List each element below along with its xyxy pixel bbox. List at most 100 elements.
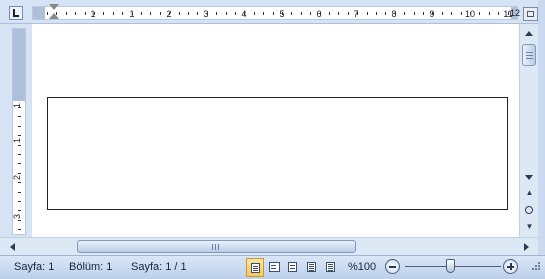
vertical-ruler-minor-tick — [18, 229, 21, 231]
double-chevron-up-icon[interactable]: ▲ — [522, 186, 537, 200]
ruler-minor-tick — [47, 12, 48, 15]
ruler-minor-tick — [300, 12, 302, 15]
ruler-minor-tick — [385, 12, 387, 15]
ruler-minor-tick — [432, 12, 434, 15]
vertical-ruler-number: 2 — [12, 174, 23, 181]
vertical-ruler-minor-tick — [18, 163, 21, 165]
page-number-status[interactable]: Sayfa: 1 — [14, 261, 54, 273]
vertical-ruler-minor-tick — [18, 219, 21, 221]
web-layout-icon[interactable] — [284, 258, 302, 277]
ruler-minor-tick — [65, 12, 67, 15]
vertical-ruler-minor-tick — [18, 107, 21, 108]
ruler-minor-tick — [122, 12, 124, 15]
double-chevron-down-icon[interactable]: ▼ — [522, 220, 537, 234]
vertical-ruler-minor-tick — [18, 201, 21, 202]
zoom-level[interactable]: %100 — [348, 261, 376, 273]
vertical-scroll-thumb[interactable] — [522, 44, 536, 66]
ruler-minor-tick — [310, 12, 312, 15]
vertical-ruler-minor-tick — [18, 191, 21, 193]
ruler-minor-tick — [460, 12, 462, 15]
ruler-minor-tick — [338, 12, 340, 15]
vertical-ruler-top-margin — [13, 29, 25, 101]
ruler-minor-tick — [498, 12, 500, 15]
ruler-minor-tick — [272, 12, 274, 15]
plus-icon[interactable] — [503, 259, 518, 274]
status-bar: Sayfa: 1 Bölüm: 1 Sayfa: 1 / 1 %100 — [0, 255, 545, 279]
page-count-status[interactable]: Sayfa: 1 / 1 — [131, 261, 187, 273]
zoom-slider-thumb[interactable] — [446, 259, 455, 273]
ruler-minor-tick — [225, 12, 227, 15]
vertical-ruler-minor-tick — [18, 144, 21, 146]
ruler-minor-tick — [347, 12, 349, 15]
ruler-minor-tick — [394, 12, 396, 15]
ruler-left-margin — [33, 7, 45, 19]
right-window-edge — [538, 0, 545, 255]
ruler-minor-tick — [263, 12, 265, 15]
ruler-minor-tick — [488, 12, 490, 15]
ruler-minor-tick — [94, 12, 95, 15]
ruler-minor-tick — [291, 12, 293, 15]
vertical-ruler-minor-tick — [18, 154, 21, 155]
tab-stop-selector-icon[interactable] — [9, 6, 23, 20]
ruler-minor-tick — [253, 12, 255, 15]
ruler-minor-tick — [479, 12, 481, 15]
ruler-strip[interactable]: 1 1 2 3 4 5 6 7 8 9 10 11 — [32, 6, 518, 20]
scroll-up-button[interactable] — [521, 26, 538, 41]
minus-icon[interactable] — [385, 259, 400, 274]
ruler-minor-tick — [235, 12, 236, 15]
ruler-minor-tick — [244, 12, 246, 15]
ruler-minor-tick — [131, 12, 133, 15]
ruler-minor-tick — [507, 12, 509, 15]
ruler-minor-tick — [216, 12, 218, 15]
ruler-minor-tick — [169, 12, 171, 15]
ruler-minor-tick — [206, 12, 208, 15]
horizontal-ruler[interactable]: 1 1 2 3 4 5 6 7 8 9 10 11 12 — [0, 0, 545, 24]
ruler-minor-tick — [150, 12, 152, 15]
vertical-ruler-minor-tick — [18, 135, 21, 137]
arrow-up-icon — [525, 31, 533, 36]
ruler-minor-tick — [404, 12, 406, 15]
vertical-ruler-minor-tick — [18, 210, 21, 212]
ruler-minor-tick — [423, 12, 424, 15]
vertical-ruler-minor-tick — [18, 125, 21, 127]
ruler-minor-tick — [159, 12, 161, 15]
ruler-minor-tick — [413, 12, 415, 15]
select-browse-object-icon[interactable] — [525, 206, 533, 214]
print-layout-view-icon[interactable] — [246, 258, 264, 277]
section-status[interactable]: Bölüm: 1 — [69, 261, 112, 273]
ruler-minor-tick — [197, 12, 199, 15]
ruler-minor-tick — [282, 12, 283, 15]
arrow-right-icon[interactable] — [524, 243, 529, 251]
text-box[interactable] — [47, 97, 508, 210]
arrow-down-icon — [525, 175, 533, 180]
full-screen-reading-icon[interactable] — [265, 258, 283, 277]
vertical-scrollbar[interactable]: ▲ ▼ — [519, 24, 538, 237]
vertical-ruler[interactable]: 1 1 2 3 — [0, 24, 32, 237]
draft-view-icon[interactable] — [322, 258, 340, 277]
ruler-minor-tick — [329, 12, 330, 15]
document-page[interactable] — [32, 24, 519, 237]
ruler-minor-tick — [451, 12, 453, 15]
vertical-ruler-strip[interactable]: 1 1 2 3 — [12, 28, 26, 235]
vertical-ruler-number: 3 — [12, 213, 23, 220]
horizontal-scroll-thumb[interactable] — [77, 240, 356, 253]
view-ruler-icon[interactable] — [523, 7, 538, 21]
vertical-ruler-number: 1 — [12, 137, 23, 144]
ruler-minor-tick — [441, 12, 443, 15]
ruler-minor-tick — [103, 12, 105, 15]
ruler-minor-tick — [319, 12, 321, 15]
ruler-minor-tick — [188, 12, 189, 15]
arrow-left-icon[interactable] — [10, 243, 15, 251]
view-buttons — [246, 258, 340, 277]
outline-view-icon[interactable] — [303, 258, 321, 277]
ruler-minor-tick — [141, 12, 142, 15]
resize-grip-icon[interactable] — [529, 262, 541, 274]
indent-marker-icon[interactable] — [49, 4, 59, 22]
ruler-minor-tick — [84, 12, 86, 15]
ruler-number: 12 — [510, 8, 521, 18]
horizontal-scrollbar[interactable] — [0, 237, 538, 255]
vertical-ruler-minor-tick — [18, 116, 21, 118]
ruler-minor-tick — [366, 12, 368, 15]
scroll-down-button[interactable] — [521, 170, 538, 185]
vertical-ruler-minor-tick — [18, 172, 21, 174]
